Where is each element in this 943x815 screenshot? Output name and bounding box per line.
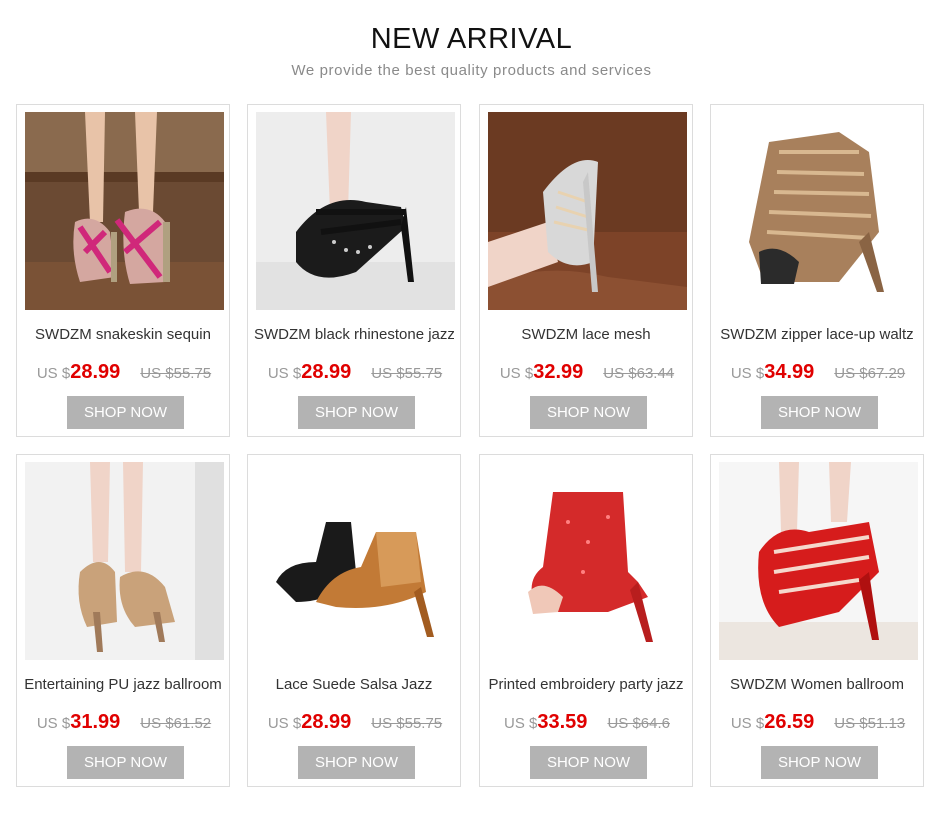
current-price: 31.99 (70, 711, 121, 733)
section-header: NEW ARRIVAL We provide the best quality … (0, 22, 943, 79)
product-image[interactable] (719, 462, 918, 660)
current-price: 33.59 (537, 711, 588, 733)
product-name-overflow (35, 695, 213, 699)
product-name-overflow (266, 345, 444, 349)
product-name[interactable]: Printed embroidery party jazz (486, 675, 686, 694)
original-price: US $55.75 (371, 715, 443, 732)
current-price: 32.99 (533, 361, 584, 383)
price-row: US $28.99 US $55.75 (248, 711, 462, 734)
original-price: US $67.29 (834, 365, 906, 382)
product-name[interactable]: SWDZM zipper lace-up waltz (717, 325, 917, 344)
currency-label: US $ (730, 365, 765, 382)
original-price: US $55.75 (371, 365, 443, 382)
product-name-overflow (498, 345, 676, 349)
shop-now-button[interactable]: SHOP NOW (298, 396, 415, 429)
price-row: US $28.99 US $55.75 (17, 361, 231, 384)
currency-label: US $ (36, 365, 71, 382)
product-name[interactable]: SWDZM snakeskin sequin (23, 325, 223, 344)
current-price: 26.59 (764, 711, 815, 733)
product-name-overflow (35, 345, 213, 349)
product-image[interactable] (488, 462, 687, 660)
shop-now-button[interactable]: SHOP NOW (67, 746, 184, 779)
shop-now-button[interactable]: SHOP NOW (530, 396, 647, 429)
original-price: US $51.13 (834, 715, 906, 732)
shop-now-button[interactable]: SHOP NOW (761, 396, 878, 429)
currency-label: US $ (730, 715, 765, 732)
product-image[interactable] (488, 112, 687, 310)
original-price: US $63.44 (603, 365, 675, 382)
currency-label: US $ (267, 715, 302, 732)
product-name[interactable]: Entertaining PU jazz ballroom (23, 675, 223, 694)
current-price: 28.99 (301, 361, 352, 383)
product-name-overflow (498, 695, 676, 699)
product-name[interactable]: Lace Suede Salsa Jazz (254, 675, 454, 694)
price-row: US $28.99 US $55.75 (248, 361, 462, 384)
product-card[interactable]: Printed embroidery party jazz US $33.59 U… (479, 454, 693, 787)
product-name-overflow (729, 695, 907, 699)
price-row: US $34.99 US $67.29 (711, 361, 925, 384)
product-image[interactable] (256, 112, 455, 310)
product-card[interactable]: SWDZM black rhinestone jazz US $28.99 US … (247, 104, 461, 437)
shop-now-button[interactable]: SHOP NOW (530, 746, 647, 779)
product-name[interactable]: SWDZM black rhinestone jazz (254, 325, 454, 344)
product-image[interactable] (25, 462, 224, 660)
section-subtitle: We provide the best quality products and… (291, 62, 652, 79)
section-title: NEW ARRIVAL (370, 23, 573, 55)
product-name-overflow (729, 345, 907, 349)
product-card[interactable]: SWDZM Women ballroom US $26.59 US $51.13 … (710, 454, 924, 787)
currency-label: US $ (267, 365, 302, 382)
product-card[interactable]: SWDZM snakeskin sequin US $28.99 US $55.7… (16, 104, 230, 437)
product-card[interactable]: SWDZM lace mesh US $32.99 US $63.44 SHOP … (479, 104, 693, 437)
original-price: US $55.75 (140, 365, 212, 382)
shop-now-button[interactable]: SHOP NOW (298, 746, 415, 779)
currency-label: US $ (504, 715, 538, 732)
product-card[interactable]: Entertaining PU jazz ballroom US $31.99 U… (16, 454, 230, 787)
product-name[interactable]: SWDZM lace mesh (486, 325, 686, 344)
product-image[interactable] (256, 462, 455, 660)
current-price: 34.99 (764, 361, 815, 383)
shop-now-button[interactable]: SHOP NOW (761, 746, 878, 779)
product-name-overflow (266, 695, 444, 699)
price-row: US $32.99 US $63.44 (480, 361, 694, 384)
original-price: US $64.6 (607, 715, 670, 732)
price-row: US $33.59 US $64.6 (480, 711, 694, 734)
product-card[interactable]: SWDZM zipper lace-up waltz US $34.99 US $… (710, 104, 924, 437)
shop-now-button[interactable]: SHOP NOW (67, 396, 184, 429)
product-image[interactable] (25, 112, 224, 310)
current-price: 28.99 (70, 361, 121, 383)
currency-label: US $ (36, 715, 71, 732)
current-price: 28.99 (301, 711, 352, 733)
original-price: US $61.52 (140, 715, 212, 732)
product-image[interactable] (719, 112, 918, 310)
currency-label: US $ (499, 365, 534, 382)
price-row: US $31.99 US $61.52 (17, 711, 231, 734)
product-name[interactable]: SWDZM Women ballroom (717, 675, 917, 694)
product-card[interactable]: Lace Suede Salsa Jazz US $28.99 US $55.75… (247, 454, 461, 787)
price-row: US $26.59 US $51.13 (711, 711, 925, 734)
